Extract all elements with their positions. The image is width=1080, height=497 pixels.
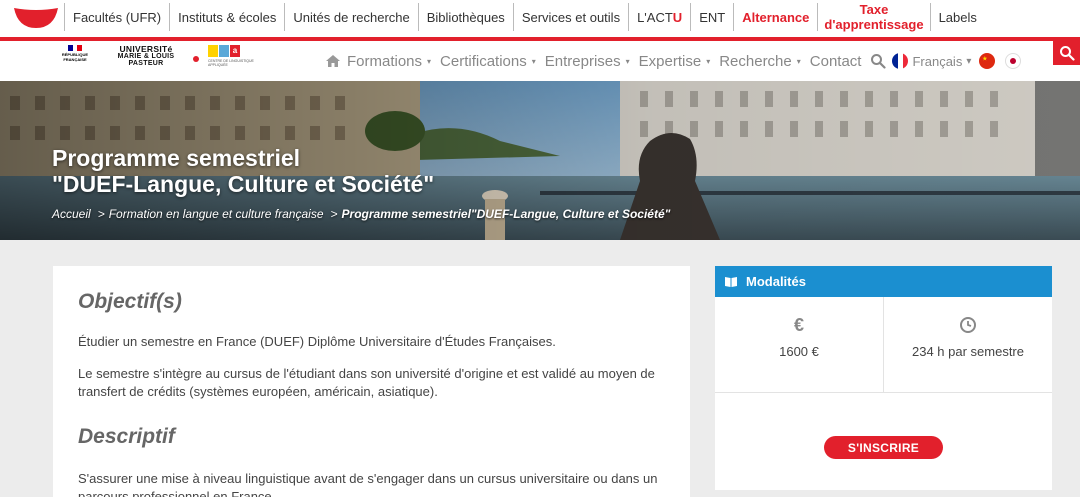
euro-icon: € (793, 315, 804, 335)
page-title-line: Programme semestriel (52, 145, 301, 171)
clock-icon (960, 317, 976, 333)
utility-link-label: Bibliothèques (426, 9, 505, 25)
chevron-down-icon: ▾ (531, 56, 536, 66)
breadcrumb-home[interactable]: Accueil (52, 207, 91, 221)
utility-link-labels[interactable]: Labels (929, 3, 985, 31)
chevron-down-icon: ▾ (427, 56, 432, 66)
utility-link-services[interactable]: Services et outils (512, 3, 628, 31)
modalities-grid: € 1600 € 234 h par semestre (715, 297, 1052, 393)
chevron-down-icon: ▾ (966, 55, 972, 67)
logo-text-line: MARIE & LOUIS (117, 53, 175, 60)
nav-contact[interactable]: Contact (810, 53, 862, 70)
nav-recherche[interactable]: Recherche ▾ (719, 53, 801, 70)
logo-text-line: FRANÇAISE (63, 56, 87, 62)
paragraph: Le semestre s'intègre au cursus de l'étu… (78, 366, 655, 399)
search-icon (1059, 45, 1075, 61)
cla-logo-blocks: c l a (208, 45, 260, 57)
republique-francaise-logo[interactable]: RÉPUBLIQUE FRANÇAISE (60, 45, 90, 75)
nav-label: Recherche (719, 52, 792, 70)
utility-link-label: ENT (699, 9, 726, 25)
language-selector[interactable]: Français ▾ (892, 53, 971, 69)
nav-formations[interactable]: Formations ▾ (347, 53, 431, 70)
main-header: RÉPUBLIQUE FRANÇAISE UNIVERSITé MARIE & … (0, 41, 1080, 81)
nav-label: Formations (347, 52, 423, 70)
japanese-flag-icon[interactable] (1005, 53, 1022, 69)
main-nav: Formations ▾ Certifications ▾ Entreprises ▾… (325, 41, 1025, 81)
chevron-down-icon: ▾ (796, 56, 801, 66)
utility-link-label: Unités de recherche (293, 9, 410, 25)
nav-label: Contact (809, 52, 862, 70)
nav-entreprises[interactable]: Entreprises ▾ (545, 53, 630, 70)
breadcrumb: Accueil > Formation en langue et culture… (52, 207, 670, 221)
cla-logo-text: CENTRE DE LINGUISTIQUE APPLIQUÉE (208, 59, 254, 67)
utility-link-label: Taxe (859, 2, 889, 17)
breadcrumb-separator: > (330, 207, 338, 221)
register-button[interactable]: S'INSCRIRE (824, 436, 943, 459)
logo-text-line: UNIVERSITé (119, 44, 173, 54)
nav-label: Entreprises (544, 52, 621, 70)
university-logo[interactable]: UNIVERSITé MARIE & LOUIS PASTEUR (110, 45, 182, 67)
breadcrumb-separator: > (97, 207, 105, 221)
top-utility-bar: Facultés (UFR) Instituts & écoles Unités… (0, 0, 1080, 37)
utility-link-label: Alternance (742, 9, 810, 25)
utility-link-label: Labels (938, 9, 977, 25)
paragraph: Étudier un semestre en France (DUEF) Dip… (78, 334, 556, 349)
chevron-down-icon: ▾ (706, 56, 711, 66)
section-heading-objectives: Objectif(s) (78, 290, 182, 313)
utility-link-faculties[interactable]: Facultés (UFR) (64, 3, 169, 31)
paragraph: S'assurer une mise à niveau linguistique… (78, 471, 658, 497)
nav-label: Expertise (638, 52, 702, 70)
hero-banner: Programme semestriel "DUEF-Langue, Cultu… (0, 81, 1080, 240)
utility-link-label: Facultés (UFR) (73, 9, 162, 25)
search-icon[interactable] (870, 53, 887, 69)
price-value: 1600 € (779, 344, 819, 359)
duration-cell: 234 h par semestre (883, 297, 1052, 392)
french-flag-icon (68, 45, 83, 51)
language-label: Français (912, 53, 963, 69)
cla-letter: c (208, 45, 218, 57)
separator-dot (193, 56, 199, 62)
nav-certifications[interactable]: Certifications ▾ (440, 53, 536, 70)
breadcrumb-language-training[interactable]: Formation en langue et culture française (109, 207, 324, 221)
utility-link-ent[interactable]: ENT (690, 3, 733, 31)
price-cell: € 1600 € (715, 297, 883, 392)
duration-value: 234 h par semestre (911, 344, 1024, 359)
republique-logo-text: RÉPUBLIQUE FRANÇAISE (60, 52, 90, 62)
section-heading-description: Descriptif (78, 425, 175, 448)
modalities-header: Modalités (715, 266, 1052, 297)
breadcrumb-current: Programme semestriel"DUEF-Langue, Cultur… (341, 207, 671, 221)
home-icon[interactable] (325, 53, 341, 69)
utility-link-research-units[interactable]: Unités de recherche (284, 3, 417, 31)
cla-letter: l (219, 45, 229, 57)
french-flag-icon (892, 53, 909, 69)
page-title-line: "DUEF-Langue, Culture et Société" (52, 171, 435, 197)
logo-text-line: PASTEUR (128, 60, 164, 67)
utility-link-institutes[interactable]: Instituts & écoles (169, 3, 284, 31)
utility-link-libraries[interactable]: Bibliothèques (417, 3, 513, 31)
page-title: Programme semestriel "DUEF-Langue, Cultu… (52, 145, 434, 197)
utility-link-label-accent: U (672, 9, 683, 25)
university-brand-icon[interactable] (12, 6, 60, 30)
utility-link-label: Services et outils (521, 9, 621, 25)
modalities-title: Modalités (746, 274, 806, 289)
nav-expertise[interactable]: Expertise ▾ (639, 53, 711, 70)
cla-logo[interactable]: c l a CENTRE DE LINGUISTIQUE APPLIQUÉE (208, 45, 260, 75)
search-button[interactable] (1053, 40, 1080, 65)
utility-link-alternance[interactable]: Alternance (733, 3, 817, 31)
utility-link-label: L'ACT (637, 9, 673, 25)
book-icon (725, 276, 737, 287)
utility-nav: Facultés (UFR) Instituts & écoles Unités… (64, 2, 985, 32)
main-content: Objectif(s) Étudier un semestre en Franc… (53, 266, 690, 497)
utility-link-actu[interactable]: L'ACT U (628, 3, 690, 31)
utility-link-label: Instituts & écoles (178, 9, 277, 25)
chinese-flag-icon[interactable] (979, 53, 996, 69)
utility-link-apprenticeship-tax[interactable]: Taxe d'apprentissage (817, 2, 929, 32)
utility-link-label: d'apprentissage (824, 17, 924, 32)
chevron-down-icon: ▾ (625, 56, 630, 66)
cla-letter: a (230, 45, 240, 57)
modalities-panel: Modalités € 1600 € 234 h par semestre S'… (715, 266, 1052, 490)
nav-label: Certifications (440, 52, 527, 70)
